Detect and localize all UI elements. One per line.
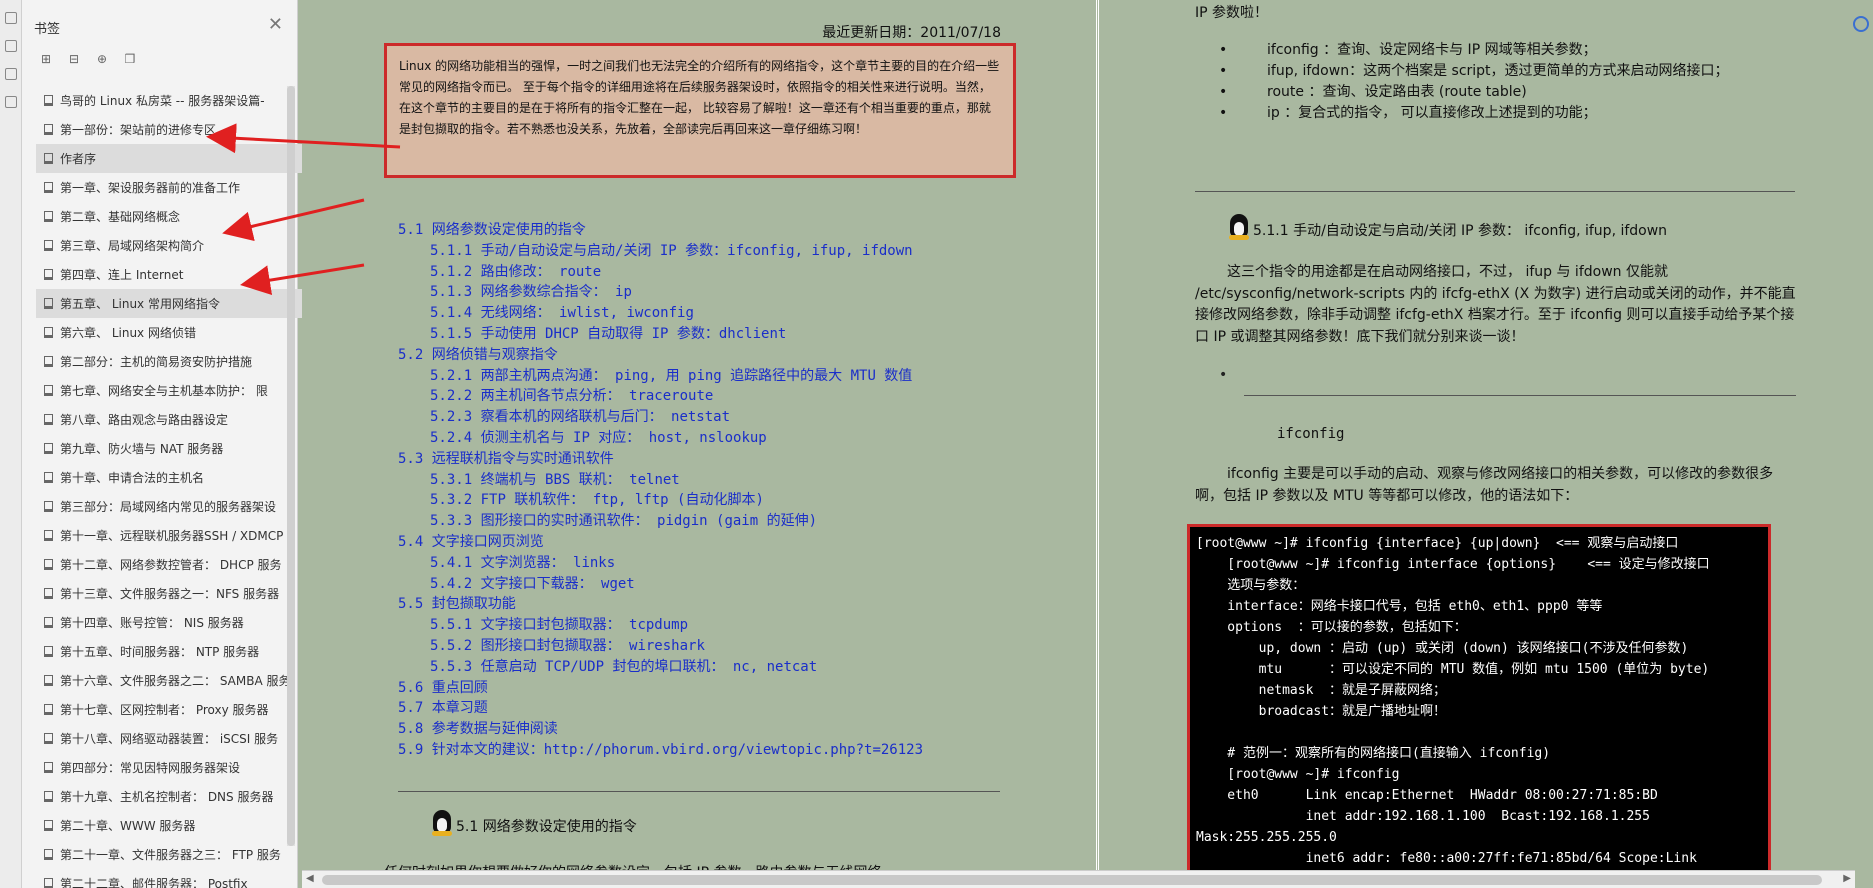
- scrollbar-thumb[interactable]: [322, 875, 1822, 885]
- arrow-line: [222, 198, 365, 242]
- scroll-right-icon[interactable]: ▶: [1843, 873, 1851, 884]
- horizontal-scrollbar[interactable]: ◀ ▶: [302, 870, 1855, 888]
- arrow-line: [240, 263, 365, 295]
- annotation-arrows: [206, 123, 401, 295]
- scroll-left-icon[interactable]: ◀: [306, 873, 314, 884]
- arrow-line: [206, 123, 401, 154]
